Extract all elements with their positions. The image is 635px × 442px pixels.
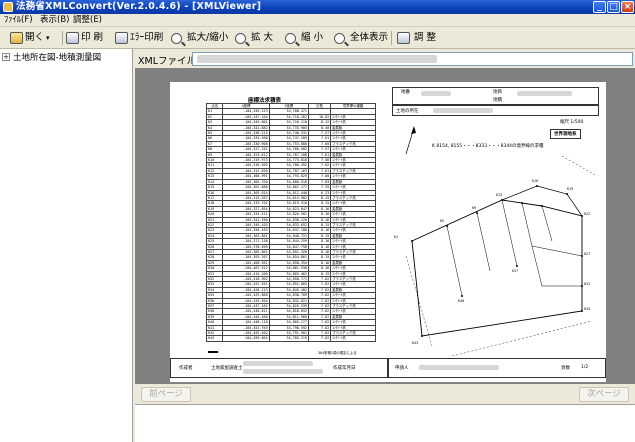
coord-table-body: K1 -104,349.223 34,708.471 K2 -104,347.104 34… xyxy=(206,108,376,342)
stamp-mark: ■■■■■ xyxy=(208,350,219,354)
document-viewer[interactable]: 座標法求積表 点名 X座標 Y座標 辺長 境界標の種類 K1 -104,349.223 34… xyxy=(135,68,635,384)
xml-file-bar: XMLファイル xyxy=(135,50,635,68)
coord-table-wrapper: 点名 X座標 Y座標 辺長 境界標の種類 K1 -104,349.223 34,708.47… xyxy=(206,103,376,347)
header-category-label: 地目 xyxy=(493,90,502,95)
menu-adjust[interactable]: 調整(E) xyxy=(73,14,102,27)
table-cell: K43 xyxy=(206,335,224,342)
toolbar: 開く ▾ 印 刷 ｴﾗｰ印刷 拡大/縮小 拡 大 縮 小 全体表示 調 整 xyxy=(0,27,635,49)
svg-text:K16: K16 xyxy=(532,179,538,183)
parcel-header-box: 地番 地目 地積 xyxy=(392,87,599,105)
document-page: 座標法求積表 点名 X座標 Y座標 辺長 境界標の種類 K1 -104,349.223 34… xyxy=(170,82,606,382)
svg-text:K40: K40 xyxy=(458,299,464,303)
open-label: 開く xyxy=(25,32,45,43)
open-button[interactable]: 開く ▾ xyxy=(10,30,50,46)
adjust-icon xyxy=(397,32,410,44)
applicant-box: 申請人 頁数 1/2 xyxy=(388,358,606,378)
tree-pane: + 土地所在図-地積測量図 xyxy=(0,49,133,442)
page-label: 頁数 xyxy=(561,366,570,371)
error-print-button[interactable]: ｴﾗｰ印刷 xyxy=(115,30,163,46)
redacted-text xyxy=(433,108,493,113)
xml-file-path-field[interactable] xyxy=(192,52,633,66)
print-button[interactable]: 印 刷 xyxy=(66,30,103,46)
zoom-out-label: 縮 小 xyxy=(301,32,324,43)
printer-icon xyxy=(66,32,79,44)
page-navigation-bar: 前ページ 次ページ xyxy=(135,384,635,404)
status-area xyxy=(135,404,635,442)
menu-view[interactable]: 表示(B) xyxy=(40,14,69,27)
toolbar-separator xyxy=(391,31,392,45)
fit-page-icon xyxy=(334,32,345,44)
prev-page-button[interactable]: 前ページ xyxy=(141,387,191,402)
table-cell: 7.62 xyxy=(307,335,332,342)
toolbar-separator xyxy=(62,31,63,45)
header-lot-label: 地番 xyxy=(401,90,410,95)
redacted-text xyxy=(421,91,451,96)
table-cell: -104,459.064 xyxy=(222,335,270,342)
svg-text:K13: K13 xyxy=(496,193,502,197)
magnifier-icon xyxy=(171,32,182,44)
fit-page-label: 全体表示 xyxy=(350,32,389,43)
folder-icon xyxy=(10,32,23,44)
close-button[interactable]: × xyxy=(621,1,634,13)
table-cell: 34,785.219 xyxy=(268,335,309,342)
xml-file-label: XMLファイル xyxy=(138,56,196,67)
error-printer-icon xyxy=(115,32,128,44)
header-area-label: 地積 xyxy=(493,98,502,103)
dropdown-arrow-icon[interactable]: ▾ xyxy=(46,30,50,46)
svg-text:K1: K1 xyxy=(394,235,398,239)
author-value: 土地家屋調査士 xyxy=(211,366,243,371)
next-page-button[interactable]: 次ページ xyxy=(579,387,629,402)
window-title: 法務省XMLConvert(Ver.2.0.4.6) - [XMLViewer] xyxy=(16,1,262,12)
svg-text:K31: K31 xyxy=(584,282,590,286)
date-label: 作成年月日 xyxy=(333,366,356,371)
page-value: 1/2 xyxy=(581,365,589,370)
svg-text:K37: K37 xyxy=(512,269,518,273)
location-label: 土地の所在 xyxy=(396,109,419,114)
zoom-out-button[interactable]: 縮 小 xyxy=(285,30,323,46)
title-bar: 法務省XMLConvert(Ver.2.0.4.6) - [XMLViewer]… xyxy=(0,0,635,14)
zoom-in-label: 拡 大 xyxy=(251,32,274,43)
expand-icon[interactable]: + xyxy=(2,52,10,61)
author-box: 作成者 土地家屋調査士 作成年月日 xyxy=(170,358,388,378)
redacted-text xyxy=(517,91,572,96)
table-cell: ｺﾝｸﾘｰﾄ杭 xyxy=(330,335,376,342)
plot-drawing: K1 K5 K9 K13 K16 K19 K22 K27 K31 K34 K43 K40 K37 xyxy=(394,126,598,356)
svg-text:K34: K34 xyxy=(584,307,590,311)
redacted-text xyxy=(243,361,313,366)
app-icon xyxy=(3,2,13,12)
error-print-label: ｴﾗｰ印刷 xyxy=(130,32,164,43)
svg-text:K5: K5 xyxy=(440,219,444,223)
zoom-toggle-label: 拡大/縮小 xyxy=(187,32,229,43)
svg-text:K22: K22 xyxy=(584,212,590,216)
svg-text:K19: K19 xyxy=(567,187,573,191)
fit-page-button[interactable]: 全体表示 xyxy=(334,30,388,46)
author-label: 作成者 xyxy=(179,366,193,371)
redacted-path xyxy=(197,54,437,63)
svg-text:K9: K9 xyxy=(472,206,476,210)
adjust-button[interactable]: 調 整 xyxy=(397,30,436,46)
coord-table: 点名 X座標 Y座標 辺長 境界標の種類 K1 -104,349.223 34,708.47… xyxy=(206,103,376,342)
zoom-toggle-button[interactable]: 拡大/縮小 xyxy=(171,30,228,46)
tree-item-root[interactable]: + 土地所在図-地積測量図 xyxy=(2,51,102,63)
menu-bar: ﾌｧｲﾙ(F) 表示(B) 調整(E) xyxy=(0,14,635,27)
menu-file[interactable]: ﾌｧｲﾙ(F) xyxy=(4,14,33,27)
applicant-label: 申請人 xyxy=(395,366,409,371)
maximize-button[interactable]: □ xyxy=(607,1,620,13)
parcel-outline xyxy=(411,199,583,337)
adjust-label: 調 整 xyxy=(414,32,437,43)
zoom-out-icon xyxy=(285,32,296,44)
table-row: K43 -104,459.064 34,785.219 7.62 ｺﾝｸﾘｰﾄ杭 xyxy=(206,335,376,342)
zoom-in-button[interactable]: 拡 大 xyxy=(235,30,273,46)
north-arrow-icon xyxy=(405,126,416,155)
tree-item-label: 土地所在図-地積測量図 xyxy=(13,52,102,63)
location-box: 土地の所在 xyxy=(392,105,599,116)
svg-text:K43: K43 xyxy=(412,341,418,345)
footer-note: 304条第2項の規定による xyxy=(318,351,357,355)
minimize-button[interactable]: _ xyxy=(593,1,606,13)
zoom-in-icon xyxy=(235,32,246,44)
print-label: 印 刷 xyxy=(81,32,104,43)
svg-text:K27: K27 xyxy=(584,252,590,256)
redacted-text xyxy=(419,365,499,370)
redacted-text xyxy=(243,369,323,374)
